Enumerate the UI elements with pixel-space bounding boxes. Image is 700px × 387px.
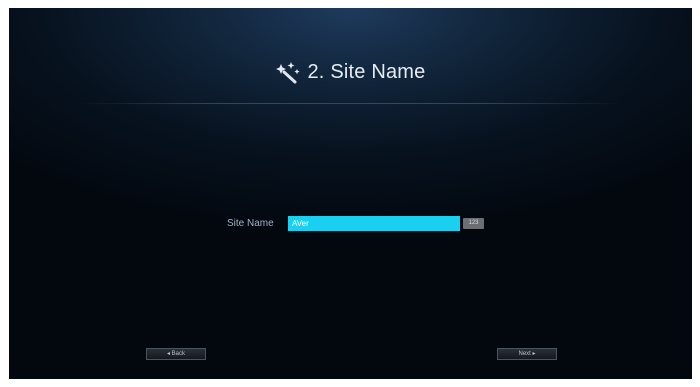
- site-name-input[interactable]: [288, 216, 460, 231]
- header-divider: [79, 103, 622, 104]
- page-header: 2. Site Name: [9, 60, 692, 84]
- keyboard-mode-toggle[interactable]: 123: [463, 218, 484, 229]
- magic-wand-icon: [275, 60, 301, 84]
- site-name-row: Site Name 123: [9, 216, 692, 232]
- setup-wizard-screen: 2. Site Name Site Name 123 ◂ Back Next ▸: [9, 8, 692, 379]
- page-title: 2. Site Name: [307, 60, 426, 83]
- next-button[interactable]: Next ▸: [497, 348, 557, 360]
- back-button[interactable]: ◂ Back: [146, 348, 206, 360]
- site-name-label: Site Name: [227, 218, 274, 229]
